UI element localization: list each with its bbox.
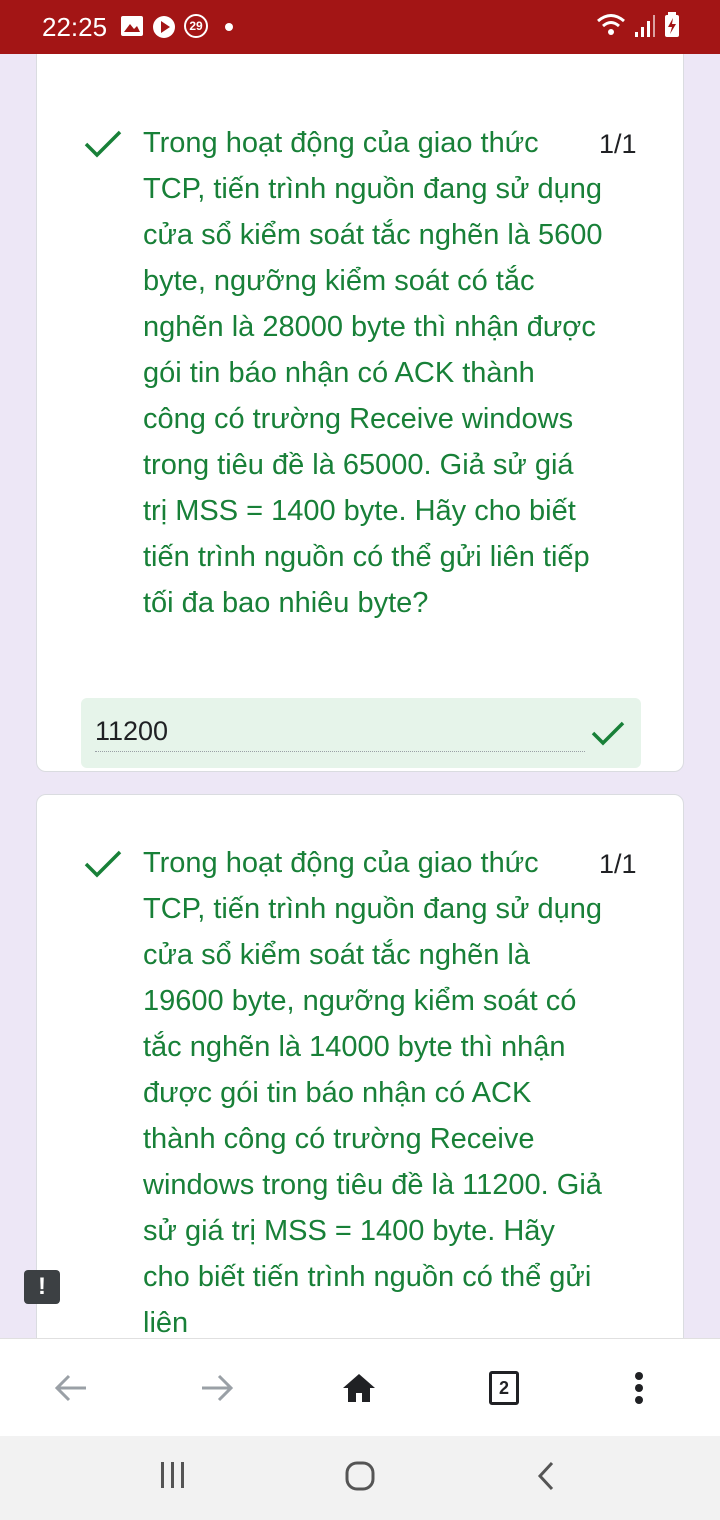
question-text: Trong hoạt động của giao thức TCP, tiến … — [143, 847, 603, 1338]
back-nav-icon[interactable] — [536, 1460, 556, 1492]
correct-check-icon — [84, 130, 122, 158]
home-icon — [343, 1374, 375, 1402]
status-bar: 22:25 29 — [0, 0, 720, 54]
report-feedback-button[interactable]: ! — [24, 1270, 60, 1304]
question-score: 1/1 — [599, 849, 637, 879]
correct-check-icon — [84, 850, 122, 878]
question-card: Trong hoạt động của giao thức TCP, tiến … — [36, 794, 684, 1338]
battery-charging-icon — [665, 12, 679, 37]
more-menu-icon — [635, 1372, 643, 1404]
question-card: Trong hoạt động của giao thức TCP, tiến … — [36, 54, 684, 772]
question-score: 1/1 — [599, 129, 637, 159]
image-icon — [121, 16, 143, 36]
answer-underline — [95, 751, 585, 752]
back-arrow-icon — [54, 1374, 86, 1402]
recent-apps-icon[interactable] — [158, 1460, 188, 1490]
notification-count-icon: 29 — [184, 14, 208, 38]
signal-icon — [635, 15, 655, 37]
dot-icon — [225, 23, 233, 31]
answer-correct-check-icon — [591, 721, 625, 746]
back-button[interactable] — [50, 1367, 92, 1409]
status-time: 22:25 — [42, 12, 108, 42]
more-menu-button[interactable] — [624, 1367, 654, 1409]
home-nav-icon[interactable] — [344, 1460, 376, 1492]
system-nav-bar — [0, 1436, 720, 1520]
browser-toolbar: 2 — [0, 1338, 720, 1437]
tabs-icon: 2 — [489, 1371, 519, 1405]
question-text: Trong hoạt động của giao thức TCP, tiến … — [143, 127, 603, 619]
forward-button[interactable] — [196, 1367, 238, 1409]
tabs-button[interactable]: 2 — [486, 1367, 522, 1409]
home-button[interactable] — [338, 1367, 380, 1409]
forward-arrow-icon — [202, 1374, 234, 1402]
answer-value: 11200 — [95, 716, 169, 746]
wifi-icon — [597, 14, 625, 35]
form-content[interactable]: Trong hoạt động của giao thức TCP, tiến … — [0, 54, 720, 1338]
play-icon — [153, 16, 175, 38]
answer-box: 11200 — [81, 698, 641, 768]
